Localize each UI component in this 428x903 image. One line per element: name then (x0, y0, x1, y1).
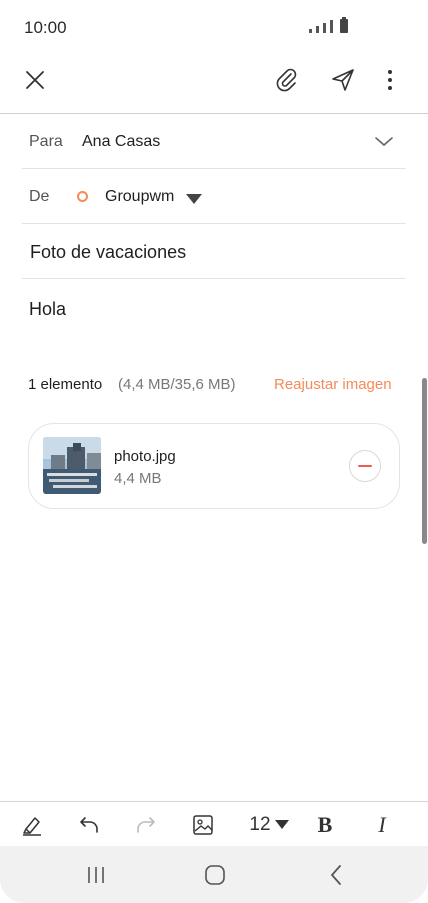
chevron-down-icon (375, 137, 393, 147)
header-divider (0, 113, 428, 114)
resize-image-button[interactable]: Reajustar imagen (274, 376, 392, 393)
undo-button[interactable] (77, 812, 101, 838)
paperclip-icon (276, 68, 297, 92)
home-icon (205, 865, 225, 885)
to-label: Para (29, 133, 63, 150)
status-time: 10:00 (24, 18, 67, 37)
attachment-name: photo.jpg (114, 448, 176, 465)
divider (22, 168, 406, 169)
bold-button[interactable]: B (313, 812, 337, 838)
recent-apps-button[interactable] (84, 860, 108, 890)
italic-button[interactable]: I (370, 812, 394, 838)
minus-icon (358, 464, 372, 468)
more-options-button[interactable] (374, 64, 406, 96)
from-dropdown-button[interactable] (186, 192, 202, 210)
caret-down-icon (274, 820, 289, 829)
photo-thumbnail (43, 437, 101, 494)
recent-apps-icon (88, 867, 104, 883)
divider (22, 278, 406, 279)
from-account[interactable]: Groupwm (105, 188, 174, 206)
divider (22, 223, 406, 224)
signal-icon (309, 29, 312, 33)
close-icon (26, 71, 44, 89)
font-size-dropdown[interactable]: 12 (246, 812, 292, 838)
scroll-indicator[interactable] (422, 378, 427, 544)
send-icon (332, 69, 354, 91)
insert-image-button[interactable] (191, 812, 215, 838)
highlight-button[interactable] (20, 812, 44, 838)
image-icon (193, 815, 213, 835)
attachment-card[interactable]: photo.jpg 4,4 MB (28, 423, 400, 509)
back-icon (330, 865, 341, 885)
subject-field[interactable]: Foto de vacaciones (30, 242, 186, 263)
to-expand-button[interactable] (374, 134, 394, 153)
format-toolbar: 12 B I (0, 801, 428, 847)
from-label: De (29, 188, 50, 205)
attachment-size: (4,4 MB/35,6 MB) (118, 376, 236, 393)
redo-button[interactable] (134, 812, 158, 838)
home-button[interactable] (202, 860, 228, 890)
redo-icon (137, 817, 155, 833)
attach-button[interactable] (271, 64, 303, 96)
system-nav-bar (0, 846, 428, 903)
more-vertical-icon (388, 70, 392, 90)
send-button[interactable] (327, 64, 359, 96)
back-button[interactable] (324, 860, 348, 890)
attachment-count: 1 elemento (28, 376, 103, 393)
undo-icon (80, 817, 98, 833)
caret-down-icon (186, 194, 202, 204)
account-dot-icon (77, 191, 88, 202)
font-size-value: 12 (249, 814, 271, 835)
body-text[interactable]: Hola (29, 299, 66, 320)
remove-attachment-button[interactable] (349, 450, 381, 482)
to-recipient[interactable]: Ana Casas (82, 133, 160, 151)
status-icons (309, 17, 348, 33)
close-button[interactable] (19, 64, 51, 96)
attachment-file-size: 4,4 MB (114, 470, 162, 487)
battery-icon (340, 17, 348, 33)
pen-icon (23, 817, 41, 836)
